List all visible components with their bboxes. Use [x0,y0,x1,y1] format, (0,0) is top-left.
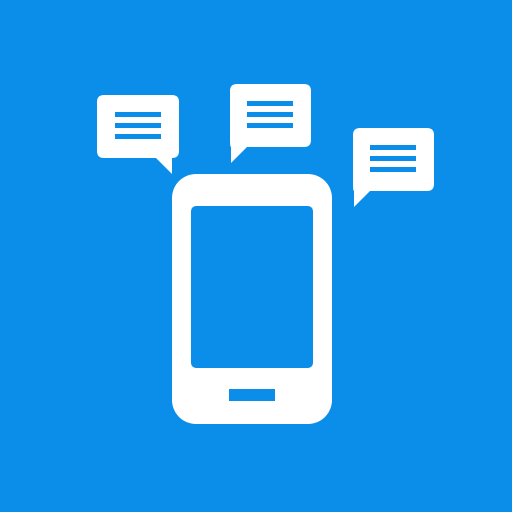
phone-screen [191,206,313,368]
smartphone-icon [172,174,332,424]
bubble-line [370,145,416,150]
bubble-line [247,101,293,106]
bubble-line [115,112,161,117]
bubble-line [115,134,161,139]
bubble-line [115,123,161,128]
app-icon [0,0,512,512]
phone-with-message-bubbles-icon [0,0,512,512]
phone-home-button [229,389,275,401]
bubble-line [247,112,293,117]
bubble-line [247,123,293,128]
bubble-line [370,156,416,161]
bubble-line [370,167,416,172]
